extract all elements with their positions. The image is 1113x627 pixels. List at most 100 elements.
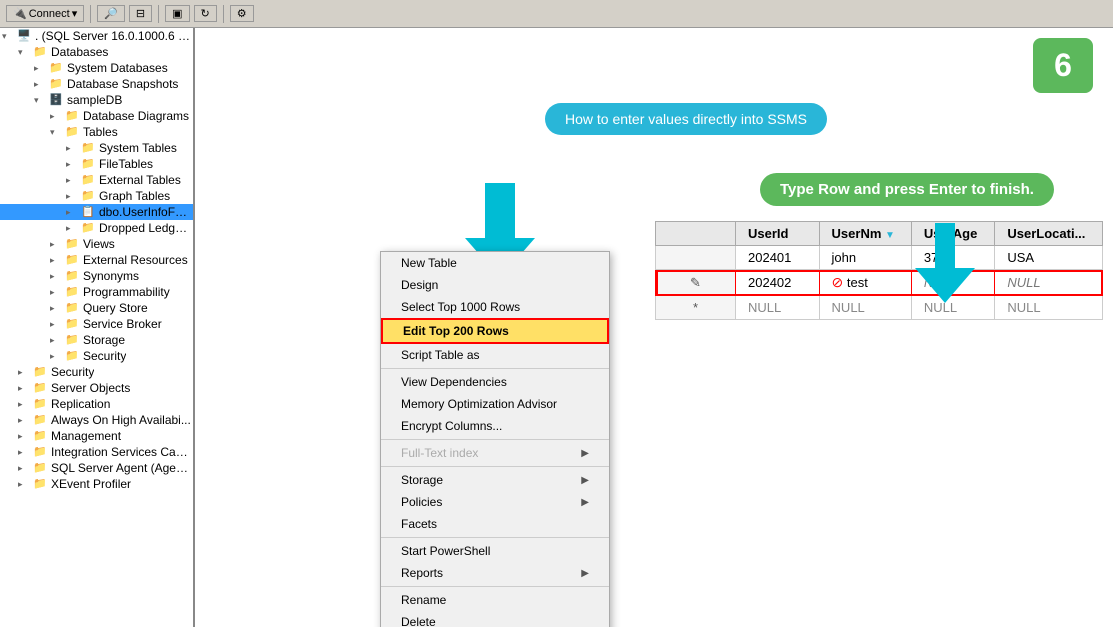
expander-19[interactable]: ▸ bbox=[50, 335, 64, 346]
table-row-1[interactable]: ✎202402⊘ testNULLNULL bbox=[656, 270, 1103, 296]
panel-button[interactable]: ▣ bbox=[165, 5, 189, 22]
tree-item-4[interactable]: ▾🗄️sampleDB bbox=[0, 92, 193, 108]
expander-23[interactable]: ▸ bbox=[18, 399, 32, 410]
filter-button-2[interactable]: ⊟ bbox=[129, 5, 152, 22]
expander-8[interactable]: ▸ bbox=[66, 159, 80, 170]
tree-item-22[interactable]: ▸📁Server Objects bbox=[0, 380, 193, 396]
expander-28[interactable]: ▸ bbox=[18, 479, 32, 490]
menu-item-17[interactable]: Reports▶ bbox=[381, 562, 609, 584]
tree-item-26[interactable]: ▸📁Integration Services Cata... bbox=[0, 444, 193, 460]
tree-item-27[interactable]: ▸📁SQL Server Agent (Agent... bbox=[0, 460, 193, 476]
tree-item-21[interactable]: ▸📁Security bbox=[0, 364, 193, 380]
menu-item-12[interactable]: Storage▶ bbox=[381, 469, 609, 491]
expander-18[interactable]: ▸ bbox=[50, 319, 64, 330]
expander-11[interactable]: ▸ bbox=[66, 207, 80, 218]
menu-item-14[interactable]: Facets bbox=[381, 513, 609, 535]
expander-6[interactable]: ▾ bbox=[50, 127, 64, 138]
menu-label-16: Start PowerShell bbox=[401, 544, 490, 558]
tree-item-14[interactable]: ▸📁External Resources bbox=[0, 252, 193, 268]
expander-27[interactable]: ▸ bbox=[18, 463, 32, 474]
icon-7: 📁 bbox=[80, 141, 96, 155]
tree-item-8[interactable]: ▸📁FileTables bbox=[0, 156, 193, 172]
cell-userlocation-0[interactable]: USA bbox=[995, 246, 1103, 270]
expander-3[interactable]: ▸ bbox=[34, 79, 48, 90]
cell-usernm-0[interactable]: john bbox=[819, 246, 911, 270]
menu-item-8[interactable]: Encrypt Columns... bbox=[381, 415, 609, 437]
menu-item-13[interactable]: Policies▶ bbox=[381, 491, 609, 513]
tree-item-12[interactable]: ▸📁Dropped Ledger... bbox=[0, 220, 193, 236]
tree-item-11[interactable]: ▸📋dbo.UserInfoFor... bbox=[0, 204, 193, 220]
tree-item-17[interactable]: ▸📁Query Store bbox=[0, 300, 193, 316]
expander-1[interactable]: ▾ bbox=[18, 47, 32, 58]
menu-item-6[interactable]: View Dependencies bbox=[381, 371, 609, 393]
expander-14[interactable]: ▸ bbox=[50, 255, 64, 266]
filter-button-1[interactable]: 🔎 bbox=[97, 5, 125, 22]
cell-userage-0[interactable]: 37 bbox=[911, 246, 995, 270]
cell-userid-1[interactable]: 202402 bbox=[736, 270, 820, 296]
cell-userlocation-1[interactable]: NULL bbox=[995, 270, 1103, 296]
menu-item-7[interactable]: Memory Optimization Advisor bbox=[381, 393, 609, 415]
tree-item-6[interactable]: ▾📁Tables bbox=[0, 124, 193, 140]
menu-item-19[interactable]: Rename bbox=[381, 589, 609, 611]
table-row-0[interactable]: 202401john37USA bbox=[656, 246, 1103, 270]
expander-10[interactable]: ▸ bbox=[66, 191, 80, 202]
tree-item-10[interactable]: ▸📁Graph Tables bbox=[0, 188, 193, 204]
expander-24[interactable]: ▸ bbox=[18, 415, 32, 426]
expander-7[interactable]: ▸ bbox=[66, 143, 80, 154]
tree-item-3[interactable]: ▸📁Database Snapshots bbox=[0, 76, 193, 92]
tree-item-13[interactable]: ▸📁Views bbox=[0, 236, 193, 252]
expander-16[interactable]: ▸ bbox=[50, 287, 64, 298]
menu-label-2: Select Top 1000 Rows bbox=[401, 300, 520, 314]
tree-item-16[interactable]: ▸📁Programmability bbox=[0, 284, 193, 300]
settings-button[interactable]: ⚙ bbox=[230, 5, 254, 22]
expander-9[interactable]: ▸ bbox=[66, 175, 80, 186]
panel-icon: ▣ bbox=[172, 7, 182, 20]
tree-item-18[interactable]: ▸📁Service Broker bbox=[0, 316, 193, 332]
cell-usernm-2[interactable]: NULL bbox=[819, 296, 911, 320]
green-bubble-text: Type Row and press Enter to finish. bbox=[780, 181, 1034, 198]
menu-item-16[interactable]: Start PowerShell bbox=[381, 540, 609, 562]
row-indicator-0 bbox=[656, 246, 736, 270]
expander-26[interactable]: ▸ bbox=[18, 447, 32, 458]
cell-userage-1[interactable]: NULL bbox=[911, 270, 995, 296]
expander-5[interactable]: ▸ bbox=[50, 111, 64, 122]
cell-userage-2[interactable]: NULL bbox=[911, 296, 995, 320]
tree-item-15[interactable]: ▸📁Synonyms bbox=[0, 268, 193, 284]
menu-item-4[interactable]: Script Table as bbox=[381, 344, 609, 366]
expander-25[interactable]: ▸ bbox=[18, 431, 32, 442]
tree-item-2[interactable]: ▸📁System Databases bbox=[0, 60, 193, 76]
expander-21[interactable]: ▸ bbox=[18, 367, 32, 378]
tree-item-20[interactable]: ▸📁Security bbox=[0, 348, 193, 364]
tree-item-5[interactable]: ▸📁Database Diagrams bbox=[0, 108, 193, 124]
tree-item-19[interactable]: ▸📁Storage bbox=[0, 332, 193, 348]
menu-item-3[interactable]: Edit Top 200 Rows bbox=[381, 318, 609, 344]
expander-15[interactable]: ▸ bbox=[50, 271, 64, 282]
connect-button[interactable]: 🔌 Connect ▾ bbox=[6, 5, 84, 22]
expander-17[interactable]: ▸ bbox=[50, 303, 64, 314]
tree-item-28[interactable]: ▸📁XEvent Profiler bbox=[0, 476, 193, 492]
expander-2[interactable]: ▸ bbox=[34, 63, 48, 74]
table-row-2[interactable]: *NULLNULLNULLNULL bbox=[656, 296, 1103, 320]
expander-20[interactable]: ▸ bbox=[50, 351, 64, 362]
tree-item-9[interactable]: ▸📁External Tables bbox=[0, 172, 193, 188]
menu-item-0[interactable]: New Table bbox=[381, 252, 609, 274]
menu-item-20[interactable]: Delete bbox=[381, 611, 609, 627]
tree-item-25[interactable]: ▸📁Management bbox=[0, 428, 193, 444]
expander-0[interactable]: ▾ bbox=[2, 31, 16, 42]
tree-item-24[interactable]: ▸📁Always On High Availabi... bbox=[0, 412, 193, 428]
expander-4[interactable]: ▾ bbox=[34, 95, 48, 106]
menu-item-1[interactable]: Design bbox=[381, 274, 609, 296]
tree-item-1[interactable]: ▾📁Databases bbox=[0, 44, 193, 60]
refresh-button[interactable]: ↻ bbox=[194, 5, 217, 22]
cell-usernm-1[interactable]: ⊘ test bbox=[819, 270, 911, 296]
expander-12[interactable]: ▸ bbox=[66, 223, 80, 234]
cell-userid-0[interactable]: 202401 bbox=[736, 246, 820, 270]
expander-22[interactable]: ▸ bbox=[18, 383, 32, 394]
cell-userid-2[interactable]: NULL bbox=[736, 296, 820, 320]
tree-item-7[interactable]: ▸📁System Tables bbox=[0, 140, 193, 156]
tree-item-23[interactable]: ▸📁Replication bbox=[0, 396, 193, 412]
cell-userlocation-2[interactable]: NULL bbox=[995, 296, 1103, 320]
expander-13[interactable]: ▸ bbox=[50, 239, 64, 250]
tree-item-0[interactable]: ▾🖥️. (SQL Server 16.0.1000.6 - sa) bbox=[0, 28, 193, 44]
menu-item-2[interactable]: Select Top 1000 Rows bbox=[381, 296, 609, 318]
